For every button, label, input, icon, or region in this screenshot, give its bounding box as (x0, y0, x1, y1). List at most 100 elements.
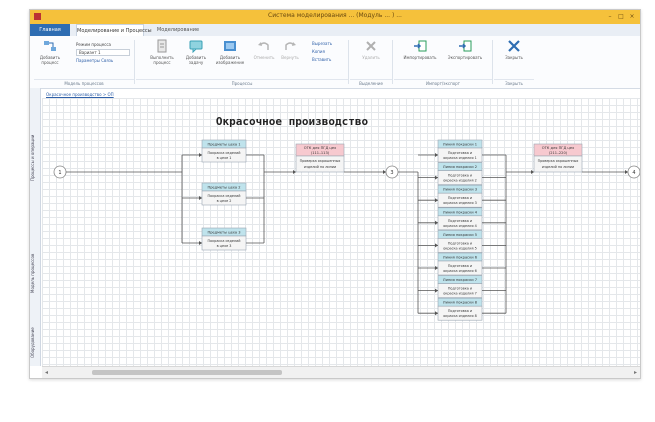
delete-button[interactable]: Удалить (358, 39, 384, 60)
process-step-text: Подготовка и (448, 309, 472, 313)
process-step-text: Подготовка и (448, 264, 472, 268)
undo-button[interactable]: Отменить (252, 39, 276, 60)
group-label-close: Закрыть (494, 79, 534, 87)
process-step-text-cont: окраска изделия 7 (443, 292, 477, 296)
delete-label: Удалить (362, 55, 380, 60)
process-step-text: Подготовка и (448, 287, 472, 291)
add-image-button[interactable]: Добавить изображение (214, 39, 246, 65)
connector-arrow (293, 170, 296, 174)
document-icon (157, 39, 167, 53)
title-bar: Система моделирования ... (Модуль ... ) … (30, 10, 640, 24)
export-label: Экспортировать (447, 55, 483, 60)
process-step-title: Линия покраски 2 (443, 165, 477, 169)
connector-arrow (435, 220, 438, 225)
variant-select[interactable]: Вариант 1 (76, 49, 130, 56)
group-label-import-export: Импорт/экспорт (394, 79, 492, 87)
scroll-left-icon[interactable]: ◂ (45, 369, 48, 376)
group-separator (392, 40, 393, 84)
copy-button[interactable]: Копия (312, 49, 325, 54)
merge-step-text-cont: изделий по линии (542, 165, 574, 169)
merge-step-title: ОТК для ПГД цех (542, 146, 575, 150)
process-step-text: Покраска изделий (208, 239, 241, 243)
flow-icon (44, 41, 56, 51)
redo-label: Вернуть (281, 55, 299, 60)
process-step-title: Линия покраски 8 (443, 301, 478, 305)
process-step-text-cont: окраска изделия 8 (443, 314, 477, 318)
app-window: Система моделирования ... (Модуль ... ) … (29, 9, 641, 379)
image-icon (224, 41, 236, 51)
scroll-thumb[interactable] (92, 370, 282, 375)
process-step-text: Подготовка и (448, 151, 472, 155)
add-task-button[interactable]: Добавить задачу (182, 39, 210, 65)
add-process-label: Добавить процесс (39, 55, 61, 65)
process-step-text: Подготовка и (448, 174, 472, 178)
connector-arrow (199, 153, 202, 157)
group-separator (492, 40, 493, 84)
tab-modeling-processes[interactable]: Моделирование и Процессы (76, 24, 152, 36)
connector-arrow (435, 266, 438, 270)
process-step-text-cont: в цехе 1 (217, 156, 232, 160)
comment-icon (189, 40, 203, 53)
import-button[interactable]: Импортировать (400, 39, 440, 60)
tab-modeling[interactable]: Моделирование (148, 24, 208, 36)
connector-arrow (435, 175, 438, 180)
add-process-button[interactable]: Добавить процесс (36, 39, 64, 65)
start-node-label: 1 (58, 170, 61, 176)
horizontal-scrollbar[interactable]: ◂ ▸ (42, 366, 640, 378)
process-step-text-cont: окраска изделия 3 (443, 201, 477, 205)
diagram-canvas[interactable]: Окрасочное производство 1 Предметы цеха 1 П… (42, 98, 640, 366)
redo-icon (285, 42, 296, 50)
group-separator (134, 40, 135, 84)
process-step-text-cont: окраска изделия 5 (443, 246, 477, 250)
scroll-right-icon[interactable]: ▸ (634, 369, 637, 376)
undo-label: Отменить (253, 55, 275, 60)
side-tab-process-model[interactable]: Модель процессов (30, 228, 40, 318)
mid-node-label: 3 (390, 170, 393, 176)
merge-step-text: Проверка окрашенных (538, 159, 579, 163)
process-step-title: Предметы цеха 3 (207, 231, 240, 235)
process-step-text: Подготовка и (448, 219, 472, 223)
connector-arrow (199, 196, 202, 200)
breadcrumb[interactable]: Окрасочное производство > ОП (46, 92, 114, 97)
process-step-title: Линия покраски 1 (443, 143, 477, 147)
minimize-button[interactable]: – (606, 13, 614, 20)
import-icon (414, 40, 427, 52)
process-step-text: Подготовка и (448, 241, 472, 245)
connector-arrow (435, 153, 438, 157)
merge-step-title: ОТК для ПГД цех (304, 146, 337, 150)
close-window-button[interactable]: × (628, 13, 636, 20)
merge-step-text: Проверка окрашенных (300, 159, 341, 163)
side-tab-processes[interactable]: Процессы и операции (30, 118, 40, 198)
group-separator (348, 40, 349, 84)
connector-arrow (435, 311, 438, 316)
close-button[interactable]: Закрыть (500, 39, 528, 60)
connector-arrow (531, 170, 534, 174)
paste-button[interactable]: Вставить (312, 57, 331, 62)
redo-button[interactable]: Вернуть (278, 39, 302, 60)
params-link[interactable]: Параметры Связь (76, 58, 113, 63)
process-step-text: Покраска изделий (208, 194, 241, 198)
connector-arrow (383, 170, 386, 174)
ribbon-tab-bar: Главная Моделирование и Процессы Моделир… (30, 24, 640, 36)
connector-arrow (435, 288, 438, 293)
process-step-title: Линия покраски 5 (443, 233, 477, 237)
connector-arrow (199, 241, 202, 245)
run-process-button[interactable]: Выполнить процесс (146, 39, 178, 65)
process-step-text-cont: окраска изделия 4 (443, 224, 477, 228)
import-label: Импортировать (403, 55, 437, 60)
connector-arrow (435, 198, 438, 203)
export-button[interactable]: Экспортировать (444, 39, 486, 60)
cut-button[interactable]: Вырезать (312, 41, 332, 46)
maximize-button[interactable]: □ (617, 13, 625, 20)
process-step-title: Линия покраски 7 (443, 278, 477, 282)
add-task-label: Добавить задачу (185, 55, 207, 65)
merge-step-title-cont: (211–220) (549, 151, 568, 155)
ribbon: Добавить процесс Режим процесса Вариант … (30, 36, 640, 89)
window-title: Система моделирования ... (Модуль ... ) … (268, 12, 402, 19)
side-tab-equipment[interactable]: Оборудование (30, 323, 40, 363)
tab-home[interactable]: Главная (30, 24, 70, 36)
process-step-title: Предметы цеха 2 (207, 186, 240, 190)
connector-arrow (435, 243, 438, 248)
group-label-process-model: Модель процессов (34, 79, 134, 87)
merge-step-title-cont: (111–113) (311, 151, 330, 155)
